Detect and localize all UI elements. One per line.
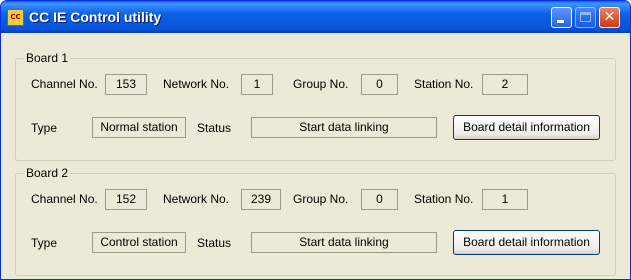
network-value: 239: [241, 189, 281, 210]
type-label: Type: [31, 236, 58, 250]
status-label: Status: [197, 236, 232, 250]
board-2-legend: Board 2: [24, 165, 71, 181]
network-label: Network No.: [163, 192, 230, 206]
status-value: Start data linking: [251, 117, 437, 138]
station-label: Station No.: [414, 192, 474, 206]
client-area: Board 1 Channel No. 153 Network No. 1 Gr…: [5, 33, 626, 276]
station-value: 1: [482, 189, 528, 210]
type-label: Type: [31, 121, 58, 135]
window-title: CC IE Control utility: [29, 9, 162, 25]
channel-label: Channel No.: [31, 77, 98, 91]
board-detail-button[interactable]: Board detail information: [453, 115, 600, 140]
group-value: 0: [361, 74, 398, 95]
app-icon[interactable]: CC: [7, 9, 24, 26]
channel-value: 153: [105, 74, 147, 95]
channel-label: Channel No.: [31, 192, 98, 206]
board-2-group: Board 2 Channel No. 152 Network No. 239 …: [15, 165, 616, 276]
status-label: Status: [197, 121, 232, 135]
group-value: 0: [361, 189, 398, 210]
board-1-legend: Board 1: [24, 50, 71, 66]
minimize-icon: [557, 20, 564, 23]
network-value: 1: [241, 74, 273, 95]
maximize-icon: [580, 12, 591, 22]
app-window: CC CC IE Control utility ✕ Board 1 Chann…: [0, 0, 631, 280]
close-icon: ✕: [603, 9, 616, 25]
maximize-button: [575, 7, 596, 28]
network-label: Network No.: [163, 77, 230, 91]
channel-value: 152: [105, 189, 147, 210]
minimize-button[interactable]: [551, 7, 572, 28]
title-bar[interactable]: CC CC IE Control utility ✕: [1, 1, 630, 33]
station-label: Station No.: [414, 77, 474, 91]
board-detail-button[interactable]: Board detail information: [453, 230, 600, 255]
group-label: Group No.: [293, 77, 349, 91]
station-value: 2: [482, 74, 528, 95]
board-1-group: Board 1 Channel No. 153 Network No. 1 Gr…: [15, 50, 616, 161]
type-value: Control station: [92, 232, 186, 253]
status-value: Start data linking: [251, 232, 437, 253]
type-value: Normal station: [92, 117, 186, 138]
group-label: Group No.: [293, 192, 349, 206]
close-button[interactable]: ✕: [599, 7, 620, 28]
